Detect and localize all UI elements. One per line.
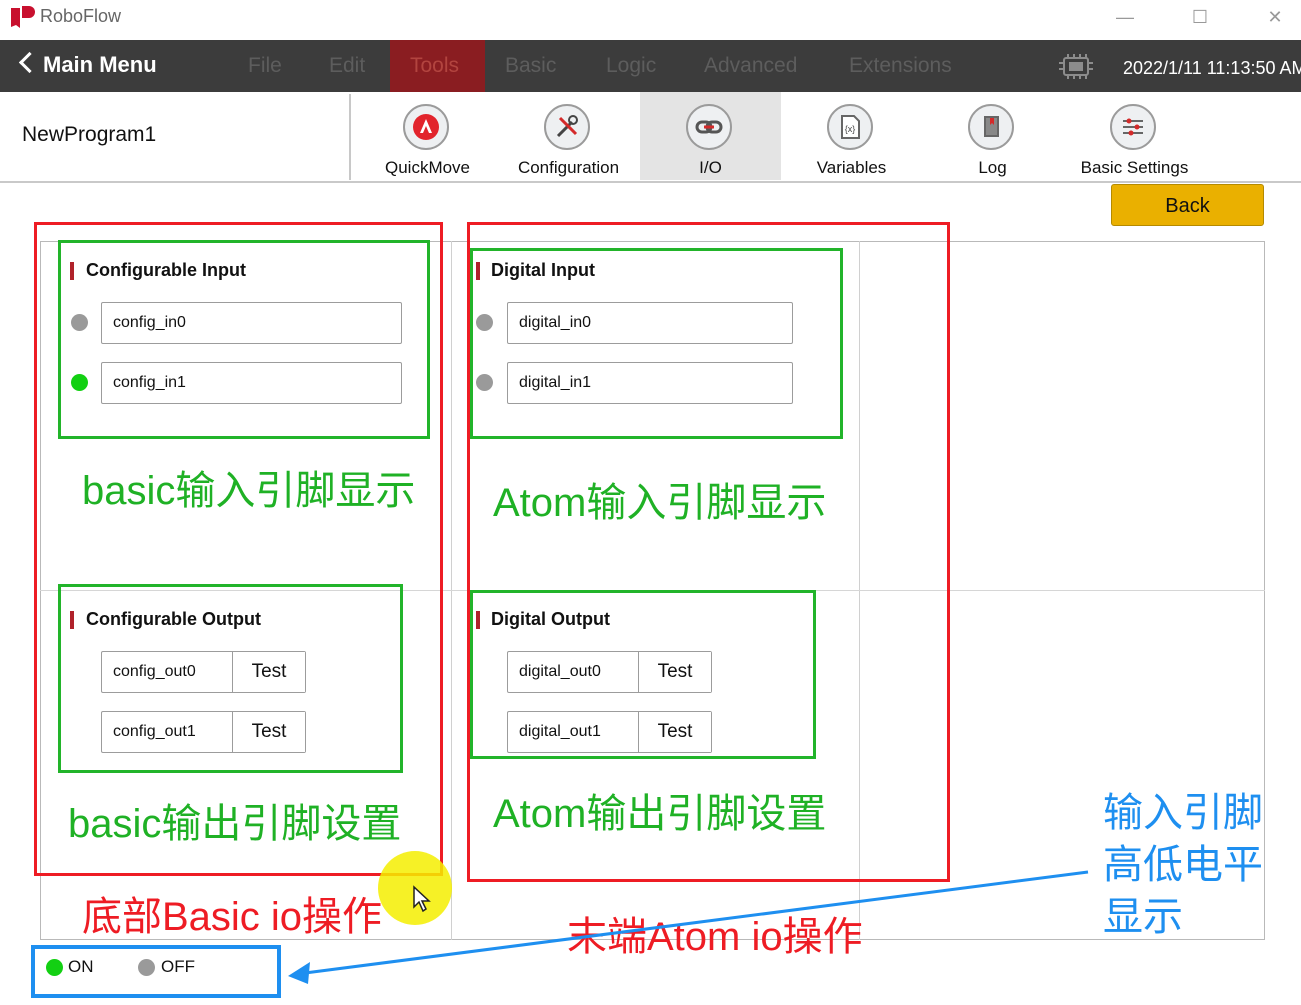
annotation-arrow [288, 870, 1089, 984]
